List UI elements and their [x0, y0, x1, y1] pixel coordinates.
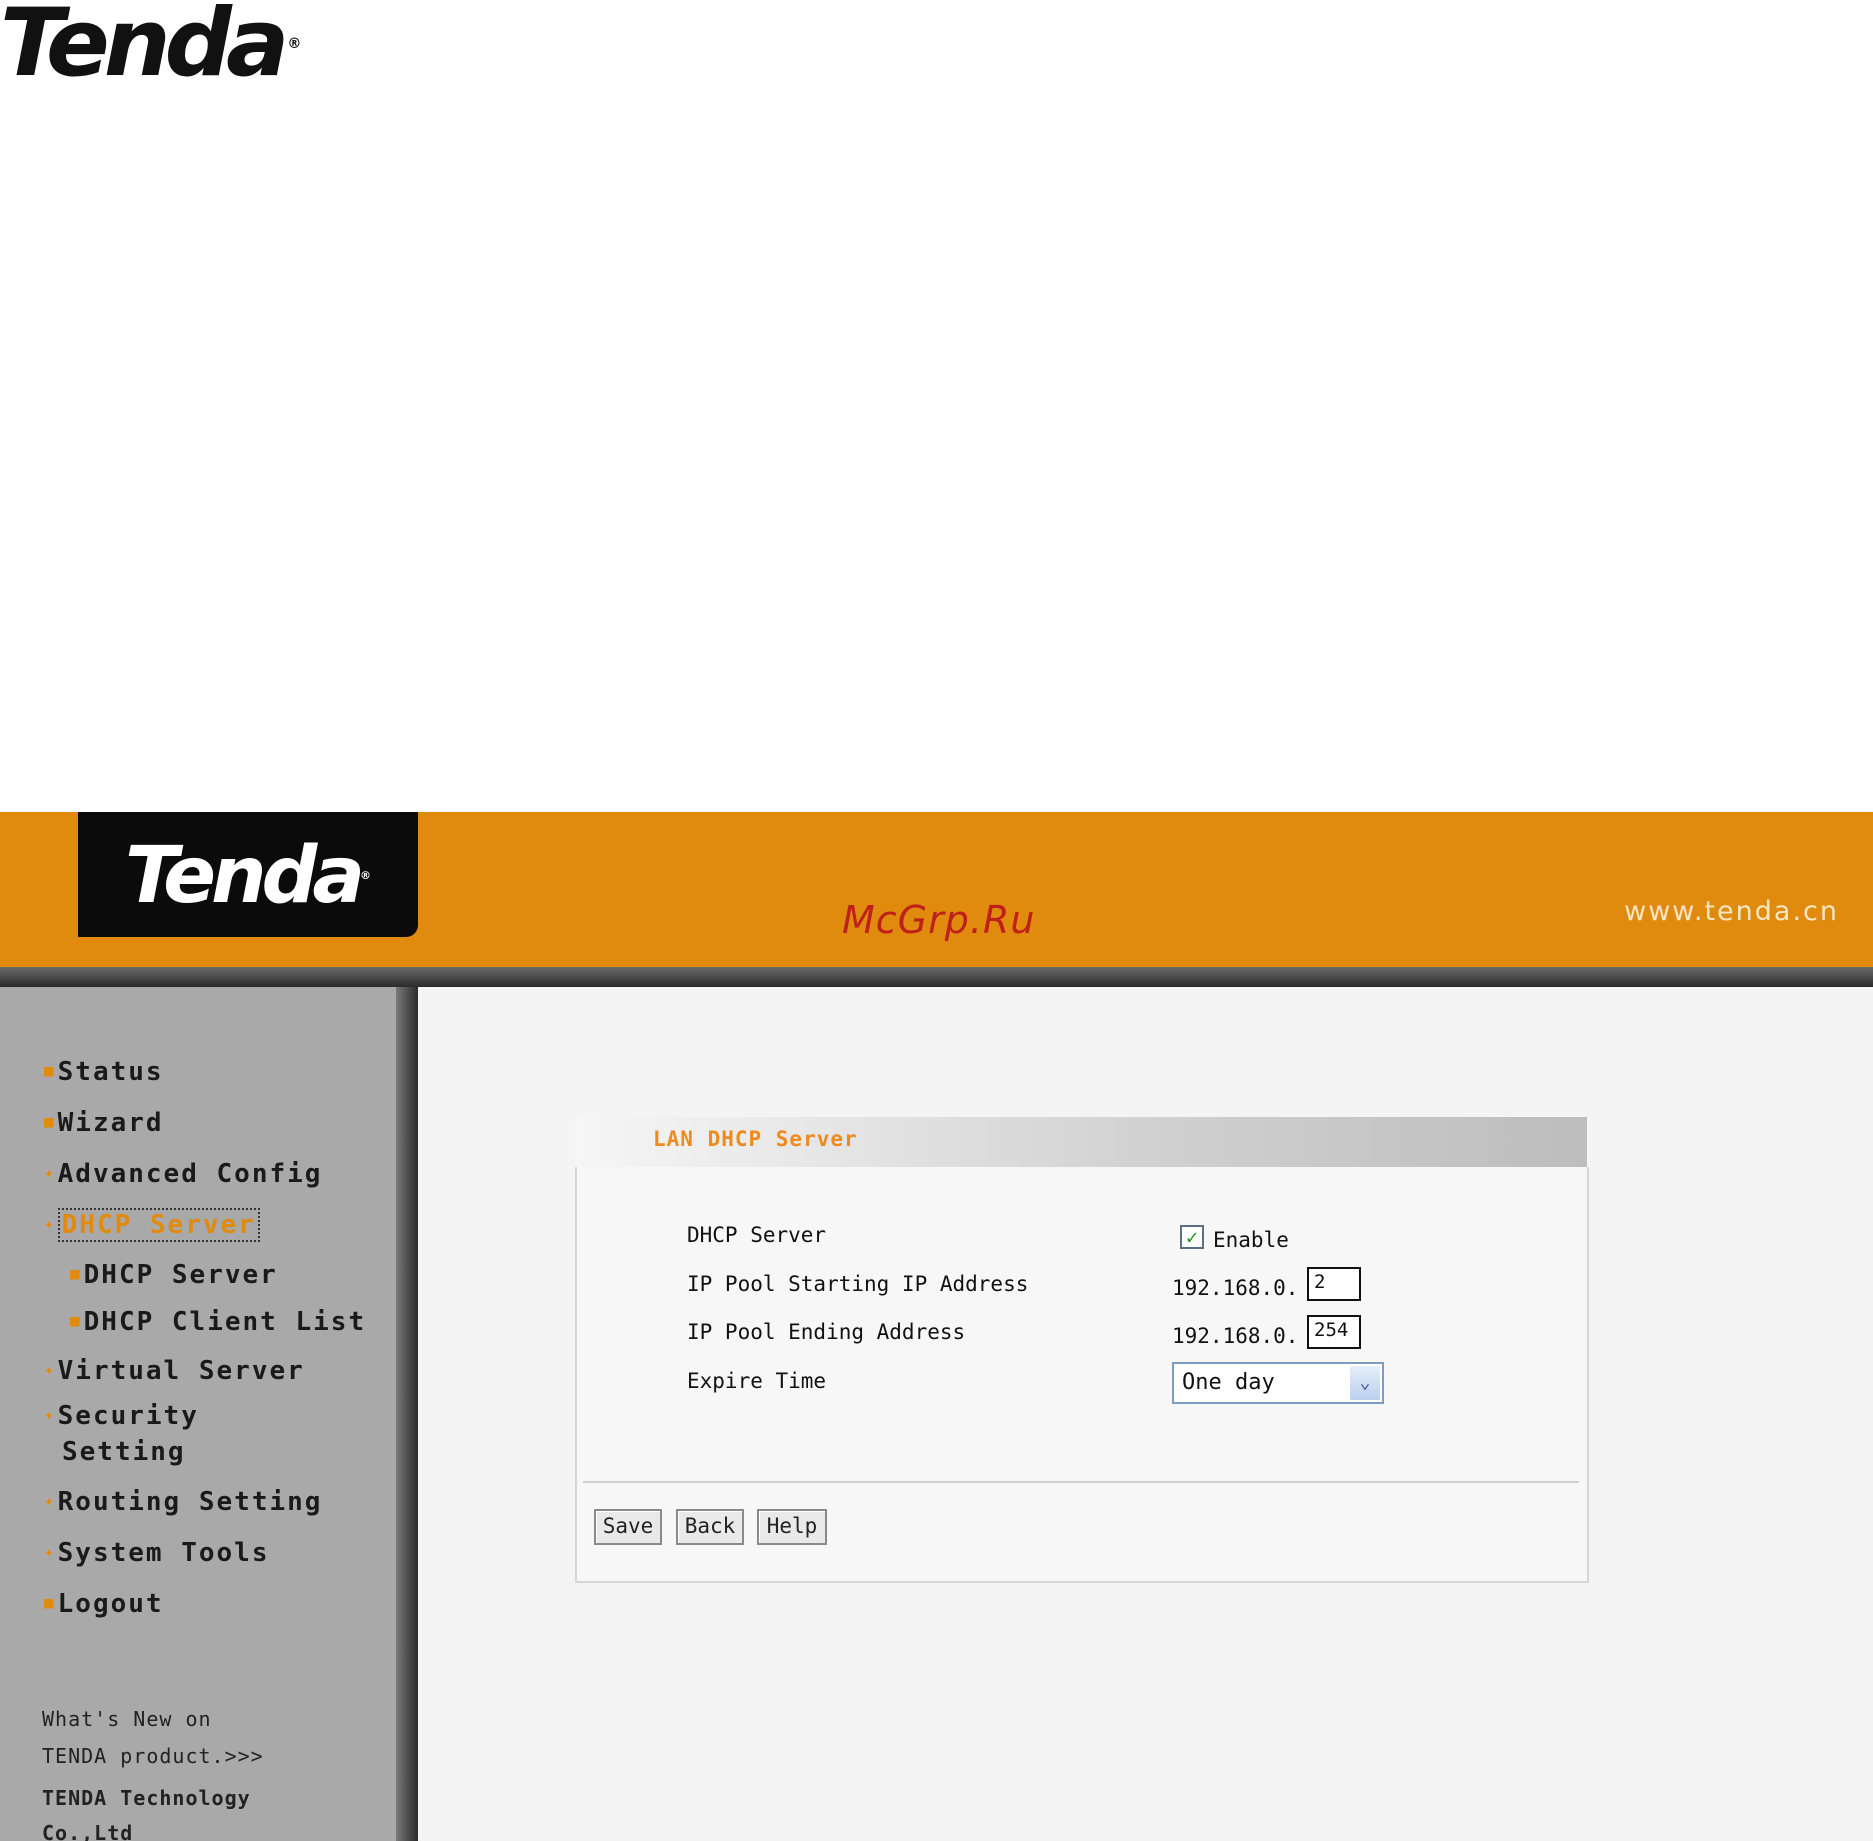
sidebar-item-security-setting[interactable]: ✦Security Setting [44, 1397, 199, 1470]
sidebar-item-dhcp-server[interactable]: ✦ DHCP Server [44, 1208, 260, 1242]
help-button[interactable]: Help [757, 1509, 827, 1545]
bullet-icon: ■ [44, 1112, 56, 1131]
end-ip-input[interactable]: 254 [1307, 1315, 1361, 1349]
sidebar-item-system-tools[interactable]: ✦System Tools [44, 1538, 269, 1568]
whats-new-link-line1[interactable]: What's New on [42, 1707, 212, 1731]
expire-time-value: One day [1182, 1370, 1275, 1395]
sidebar-item-logout[interactable]: ■Logout [44, 1589, 164, 1619]
bullet-icon: ■ [44, 1593, 56, 1612]
lan-dhcp-panel: LAN DHCP Server DHCP Server ✓ Enable IP … [575, 1117, 1589, 1583]
sidebar-subitem-dhcp-server[interactable]: ■DHCP Server [70, 1260, 278, 1290]
sidebar-item-label-line2: Setting [62, 1437, 186, 1467]
dhcp-enable-checkbox[interactable]: ✓ [1180, 1225, 1204, 1249]
sidebar-item-label: Advanced Config [57, 1159, 323, 1189]
sidebar-item-label: Status [57, 1057, 164, 1087]
check-icon: ✓ [1185, 1225, 1199, 1249]
sidebar-item-label: DHCP Client List [83, 1307, 367, 1337]
bullet-icon: ■ [70, 1264, 82, 1283]
start-ip-prefix: 192.168.0. [1172, 1276, 1299, 1300]
dhcp-enable-label: Enable [1213, 1228, 1289, 1252]
bullet-icon: ✦ [44, 1214, 56, 1233]
brand-logo-text: Tenda [0, 0, 289, 98]
router-admin-screenshot: Tenda® McGrp.Ru www.tenda.cn ■Status ■Wi… [0, 812, 1873, 1841]
expire-time-select[interactable]: One day ⌄ [1172, 1362, 1384, 1404]
sidebar-item-virtual-server[interactable]: ✦Virtual Server [44, 1356, 305, 1386]
bullet-icon: ■ [70, 1311, 82, 1330]
bullet-icon: ✦ [44, 1491, 56, 1510]
whats-new-link-line2[interactable]: TENDA product.>>> [42, 1744, 264, 1768]
top-banner: Tenda® McGrp.Ru www.tenda.cn [0, 812, 1873, 967]
save-button[interactable]: Save [594, 1509, 662, 1545]
registered-mark: ® [287, 36, 302, 52]
site-url-link[interactable]: www.tenda.cn [1624, 896, 1839, 927]
bullet-icon: ■ [44, 1061, 56, 1080]
panel-body: DHCP Server ✓ Enable IP Pool Starting IP… [575, 1167, 1589, 1583]
chevron-down-icon[interactable]: ⌄ [1350, 1366, 1380, 1400]
bullet-icon: ✦ [44, 1405, 56, 1424]
end-ip-label: IP Pool Ending Address [687, 1320, 966, 1344]
company-name-line2: Co.,Ltd [42, 1821, 134, 1841]
start-ip-input[interactable]: 2 [1307, 1267, 1361, 1301]
sidebar-item-label: Logout [57, 1589, 164, 1619]
header-registered-mark: ® [360, 869, 372, 882]
watermark-text: McGrp.Ru [842, 898, 1036, 942]
sidebar-item-advanced-config[interactable]: ✦Advanced Config [44, 1159, 322, 1189]
bullet-icon: ✦ [44, 1360, 56, 1379]
expire-time-label: Expire Time [687, 1369, 827, 1393]
bullet-icon: ✦ [44, 1163, 56, 1182]
sidebar-item-status[interactable]: ■Status [44, 1057, 164, 1087]
panel-divider [583, 1481, 1579, 1483]
header-divider-bar [0, 967, 1873, 987]
sidebar-item-label: Wizard [57, 1108, 164, 1138]
end-ip-prefix: 192.168.0. [1172, 1324, 1299, 1348]
sidebar-subitem-dhcp-client-list[interactable]: ■DHCP Client List [70, 1307, 366, 1337]
sidebar-item-label: Virtual Server [57, 1356, 305, 1386]
sidebar-item-wizard[interactable]: ■Wizard [44, 1108, 164, 1138]
sidebar-item-routing-setting[interactable]: ✦Routing Setting [44, 1487, 322, 1517]
sidebar-item-label: Routing Setting [57, 1487, 323, 1517]
back-button[interactable]: Back [676, 1509, 744, 1545]
sidebar-item-label: System Tools [57, 1538, 270, 1568]
sidebar-item-label: DHCP Server [83, 1260, 278, 1290]
sidebar-item-label: Security [57, 1401, 199, 1431]
start-ip-label: IP Pool Starting IP Address [687, 1272, 1029, 1296]
bullet-icon: ✦ [44, 1542, 56, 1561]
panel-title-bar: LAN DHCP Server [575, 1117, 1587, 1167]
sidebar-item-label: DHCP Server [57, 1208, 260, 1242]
dhcp-server-label: DHCP Server [687, 1223, 827, 1247]
header-logo: Tenda® [78, 812, 418, 937]
header-logo-text: Tenda [124, 831, 365, 921]
brand-logo: Tenda ® [0, 0, 370, 91]
company-name: TENDA Technology [42, 1786, 251, 1810]
panel-title: LAN DHCP Server [653, 1127, 858, 1151]
sidebar-nav: ■Status ■Wizard ✦Advanced Config ✦ DHCP S… [0, 987, 396, 1841]
sidebar-edge [396, 987, 418, 1841]
